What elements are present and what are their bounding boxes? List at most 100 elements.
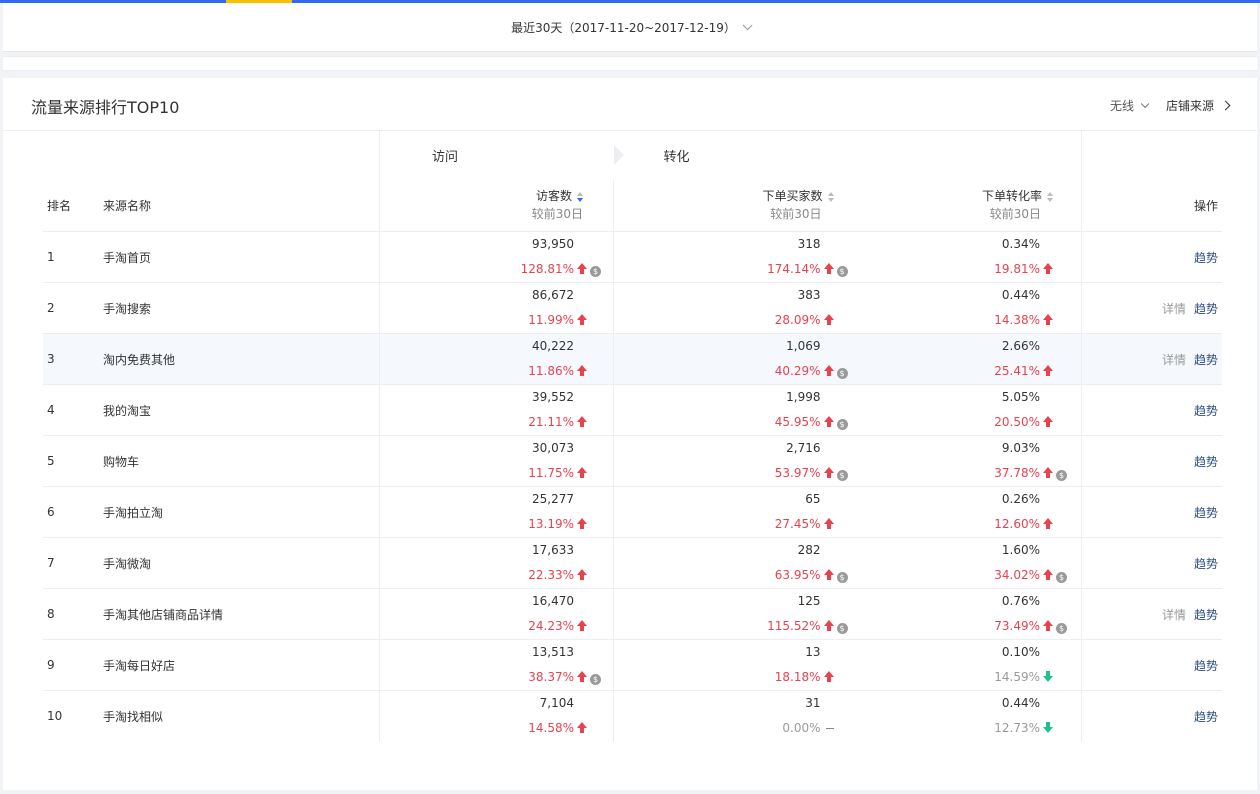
metric-change: 37.78% $ bbox=[848, 461, 1067, 486]
row-rank: 10 bbox=[47, 709, 63, 724]
info-icon[interactable]: $ bbox=[836, 419, 848, 430]
detail-link[interactable]: 详情 bbox=[1162, 302, 1186, 316]
store-source-link[interactable]: 店铺来源 bbox=[1166, 97, 1231, 114]
col-visitors[interactable]: 访客数 较前30日 bbox=[379, 179, 614, 232]
detail-link[interactable]: 详情 bbox=[1162, 353, 1186, 367]
metric-value: 93,950 bbox=[532, 237, 574, 251]
metric-change: 12.73% bbox=[848, 716, 1068, 741]
metric-value: 86,672 bbox=[532, 288, 574, 302]
detail-link[interactable]: 详情 bbox=[1162, 608, 1186, 622]
table-row: 6 手淘拍立淘 25,277 13.19% 65 27.45% 0.26% 12.60% 趋势 bbox=[43, 486, 1222, 538]
metric-change: 22.33% bbox=[380, 563, 601, 588]
panel-title: 流量来源排行TOP10 bbox=[31, 98, 180, 117]
info-icon[interactable]: $ bbox=[590, 674, 601, 685]
table-row: 2 手淘搜索 86,672 11.99% 383 28.09% 0.44% 14.38% 详情趋… bbox=[43, 282, 1222, 334]
arrow-down-icon bbox=[1043, 671, 1053, 682]
table-row: 7 手淘微淘 17,633 22.33% 282 63.95% $ 1.60% 34.02% $ 趋… bbox=[43, 537, 1222, 589]
sort-desc-icon[interactable] bbox=[577, 191, 583, 202]
row-ops: 详情 趋势 bbox=[1081, 588, 1222, 640]
arrow-up-icon bbox=[577, 671, 587, 682]
col-rate[interactable]: 下单转化率 较前30日 bbox=[848, 179, 1082, 232]
metric-change: 27.45% bbox=[614, 512, 848, 537]
trend-link[interactable]: 趋势 bbox=[1194, 608, 1218, 622]
col-buyers-compare: 较前30日 bbox=[770, 207, 822, 221]
col-buyers[interactable]: 下单买家数 较前30日 bbox=[613, 179, 848, 232]
info-icon[interactable]: $ bbox=[836, 623, 848, 634]
info-icon[interactable]: $ bbox=[836, 470, 848, 481]
sort-icon[interactable] bbox=[827, 191, 834, 202]
row-buyers: 13 18.18% bbox=[613, 639, 848, 691]
row-visitors: 30,073 11.75% bbox=[379, 435, 614, 487]
row-rank: 3 bbox=[47, 352, 55, 366]
group-conversion: 转化 bbox=[613, 131, 1082, 179]
panel-header-actions: 无线 店铺来源 bbox=[1110, 97, 1231, 114]
row-rate: 0.34% 19.81% bbox=[848, 232, 1082, 283]
info-icon[interactable]: $ bbox=[836, 572, 848, 583]
device-dropdown[interactable]: 无线 bbox=[1110, 97, 1150, 114]
info-icon[interactable]: $ bbox=[1056, 470, 1067, 481]
traffic-source-panel: 流量来源排行TOP10 无线 店铺来源 访问 转化 排名 来源名称 访客数 较前… bbox=[3, 78, 1257, 790]
metric-value: 31 bbox=[805, 696, 821, 711]
arrow-up-icon bbox=[823, 314, 834, 325]
row-visitors: 93,950 128.81% $ bbox=[379, 231, 614, 283]
info-icon[interactable]: $ bbox=[1056, 623, 1067, 634]
metric-value: 383 bbox=[797, 288, 821, 302]
trend-link[interactable]: 趋势 bbox=[1194, 659, 1218, 673]
row-visitors: 25,277 13.19% bbox=[379, 486, 614, 538]
metric-change: 11.86% bbox=[380, 359, 601, 384]
row-ops: 趋势 bbox=[1081, 384, 1222, 436]
trend-link[interactable]: 趋势 bbox=[1194, 353, 1218, 367]
row-rate: 1.60% 34.02% $ bbox=[848, 538, 1082, 589]
table-row: 4 我的淘宝 39,552 21.11% 1,998 45.95% $ 5.05% 20.50%… bbox=[43, 384, 1222, 436]
trend-link[interactable]: 趋势 bbox=[1194, 302, 1218, 316]
trend-link[interactable]: 趋势 bbox=[1194, 251, 1218, 265]
row-ops: 详情 趋势 bbox=[1081, 333, 1222, 385]
row-source-name: 手淘首页 bbox=[103, 250, 152, 265]
info-icon[interactable]: $ bbox=[590, 266, 601, 277]
trend-link[interactable]: 趋势 bbox=[1194, 404, 1218, 418]
trend-link[interactable]: 趋势 bbox=[1194, 455, 1218, 469]
metric-change: 34.02% $ bbox=[848, 563, 1067, 588]
info-icon[interactable]: $ bbox=[1056, 572, 1067, 583]
info-icon[interactable]: $ bbox=[836, 368, 848, 379]
row-rate: 0.10% 14.59% bbox=[848, 640, 1082, 691]
metric-value: 7,104 bbox=[539, 696, 574, 711]
group-visit: 访问 bbox=[379, 131, 614, 179]
metric-change: 14.58% bbox=[380, 716, 601, 741]
metric-value: 0.44% bbox=[1001, 288, 1040, 302]
metric-value: 0.34% bbox=[1001, 237, 1040, 251]
divider-strip bbox=[3, 56, 1257, 71]
metric-change: 63.95% $ bbox=[614, 563, 848, 588]
metric-value: 1.60% bbox=[1001, 543, 1040, 557]
metric-change: 11.75% bbox=[380, 461, 601, 486]
row-buyers: 383 28.09% bbox=[613, 282, 848, 334]
metric-value: 282 bbox=[797, 543, 821, 557]
metric-change: 115.52% $ bbox=[614, 614, 848, 639]
arrow-up-icon bbox=[823, 263, 834, 274]
table-body: 1 手淘首页 93,950 128.81% $318 174.14% $0.34% 19.81… bbox=[43, 231, 1222, 742]
metric-change: 174.14% $ bbox=[614, 257, 848, 282]
metric-change: 128.81% $ bbox=[380, 257, 601, 282]
arrow-up-icon bbox=[823, 671, 834, 682]
info-icon[interactable]: $ bbox=[836, 266, 848, 277]
row-ops: 趋势 bbox=[1081, 537, 1222, 589]
metric-change: 73.49% $ bbox=[848, 614, 1067, 639]
metric-value: 0.26% bbox=[1001, 492, 1040, 506]
trend-link[interactable]: 趋势 bbox=[1194, 506, 1218, 520]
row-source-name: 手淘其他店铺商品详情 bbox=[103, 607, 224, 622]
date-range-selector[interactable]: 最近30天（2017-11-20~2017-12-19） bbox=[3, 3, 1257, 52]
col-rank: 排名 bbox=[47, 198, 72, 213]
table-row: 3 淘内免费其他 40,222 11.86% 1,069 40.29% $ 2.66% 25.4… bbox=[43, 333, 1222, 385]
row-ops: 趋势 bbox=[1081, 486, 1222, 538]
chevron-right-icon bbox=[1220, 100, 1231, 111]
metric-change: 28.09% bbox=[614, 308, 848, 333]
metric-value: 30,073 bbox=[532, 441, 574, 455]
arrow-up-icon bbox=[823, 569, 834, 580]
arrow-up-icon bbox=[577, 263, 587, 274]
trend-link[interactable]: 趋势 bbox=[1194, 710, 1218, 724]
trend-link[interactable]: 趋势 bbox=[1194, 557, 1218, 571]
metric-change: 21.11% bbox=[380, 410, 601, 435]
metric-value: 13 bbox=[805, 645, 821, 659]
sort-icon[interactable] bbox=[1047, 191, 1053, 202]
metric-value: 0.10% bbox=[1001, 645, 1040, 659]
